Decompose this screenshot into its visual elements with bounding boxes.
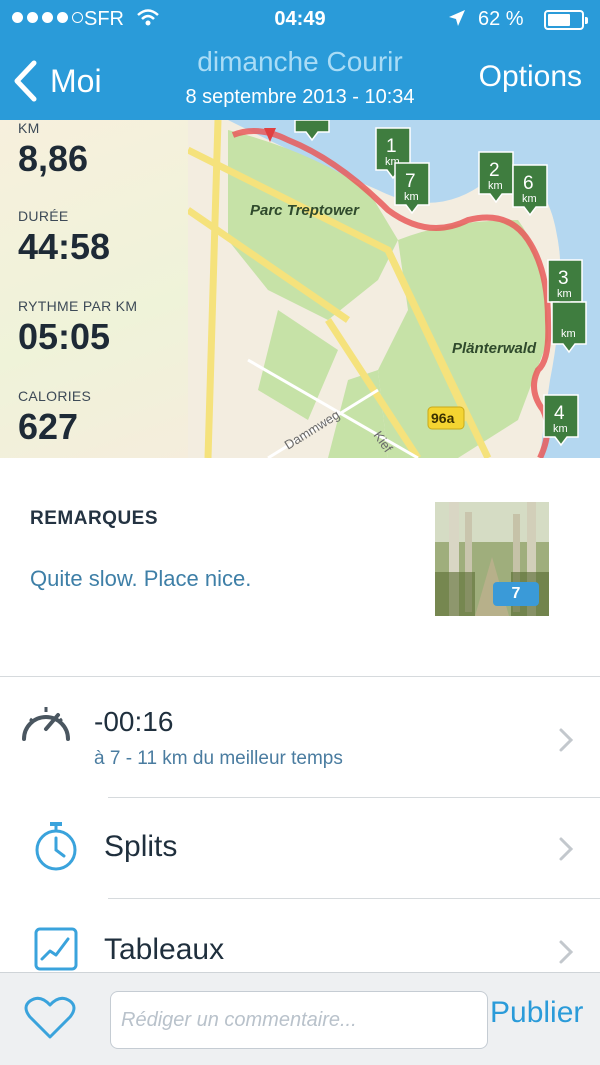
km-marker-partial: km [551, 301, 587, 354]
splits-row[interactable]: Splits [0, 798, 600, 898]
charts-label: Tableaux [104, 933, 225, 966]
svg-text:1: 1 [386, 136, 397, 157]
km-marker: 2 km [478, 151, 514, 204]
map-label-park: Plänterwald [452, 340, 537, 357]
svg-text:km: km [561, 328, 576, 340]
stat-label: DURÉE [18, 208, 69, 224]
heart-icon[interactable] [24, 995, 76, 1041]
km-marker: 7 km [394, 162, 430, 215]
remarks-text: Quite slow. Place nice. [30, 566, 252, 591]
km-marker: 6 km [512, 164, 548, 217]
route-map[interactable]: Parc Treptower Plänterwald Dammweg Kief … [188, 120, 600, 458]
stat-distance: KM 8,86 [18, 120, 88, 180]
photo-count-badge: 7 [493, 582, 539, 606]
map-label-park: Parc Treptower [250, 202, 360, 219]
stat-value: 8,86 [18, 138, 89, 179]
publish-button[interactable]: Publier [490, 996, 583, 1030]
svg-text:km: km [557, 288, 572, 300]
speedometer-icon [18, 699, 74, 748]
km-marker: 4 km [543, 394, 579, 447]
stat-label: RYTHME PAR KM [18, 298, 138, 314]
svg-text:km: km [553, 423, 568, 435]
splits-label: Splits [104, 830, 178, 863]
status-bar: SFR 04:49 62 % [0, 0, 600, 38]
road-badge-label: 96a [431, 410, 455, 426]
svg-text:km: km [488, 180, 503, 192]
svg-text:2: 2 [489, 160, 500, 181]
remarks-heading: REMARQUES [30, 508, 159, 529]
battery-icon [544, 10, 588, 30]
svg-text:7: 7 [405, 171, 416, 192]
battery-percentage: 62 % [478, 8, 524, 30]
svg-text:3: 3 [558, 268, 569, 289]
photo-thumbnail[interactable]: 7 [435, 502, 549, 616]
best-time-delta: -00:16 [94, 706, 174, 737]
svg-text:6: 6 [523, 173, 534, 194]
stat-value: 44:58 [18, 226, 111, 267]
line-chart-icon [34, 927, 78, 972]
stat-label: CALORIES [18, 388, 92, 404]
best-time-detail: à 7 - 11 km du meilleur temps [94, 748, 343, 769]
options-button[interactable]: Options [479, 60, 582, 94]
chevron-right-icon [559, 728, 574, 752]
stat-value: 627 [18, 406, 79, 447]
stat-pace: RYTHME PAR KM 05:05 [18, 298, 137, 358]
stat-label: KM [18, 120, 40, 136]
stat-duration: DURÉE 44:58 [18, 208, 110, 268]
chevron-right-icon [559, 837, 574, 861]
comment-input[interactable] [110, 991, 488, 1049]
stat-calories: CALORIES 627 [18, 388, 91, 448]
svg-text:4: 4 [554, 403, 565, 424]
top-bar: SFR 04:49 62 % Moi dimanche Courir 8 sep… [0, 0, 600, 120]
charts-row[interactable]: Tableaux [0, 899, 600, 972]
svg-text:km: km [522, 193, 537, 205]
activity-detail-screen: SFR 04:49 62 % Moi dimanche Courir 8 sep… [0, 0, 600, 1065]
location-arrow-icon [448, 9, 466, 33]
stat-value: 05:05 [18, 316, 111, 357]
svg-text:km: km [404, 191, 419, 203]
stopwatch-icon [34, 820, 78, 877]
best-time-row[interactable] [0, 677, 600, 797]
stats-panel: KM 8,86 DURÉE 44:58 RYTHME PAR KM 05:05 … [0, 120, 188, 458]
chevron-right-icon [559, 940, 574, 964]
